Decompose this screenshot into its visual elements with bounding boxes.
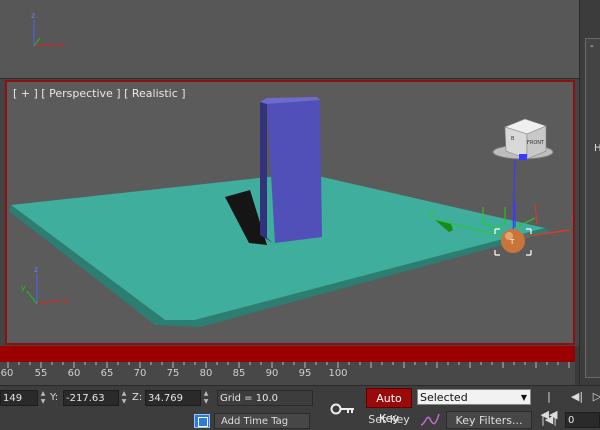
ruler-tick-label: 85 <box>232 368 246 379</box>
y-spinner[interactable]: ▲ ▼ <box>120 390 128 406</box>
time-slider[interactable] <box>0 346 575 362</box>
tripod-x-label: x <box>64 296 69 305</box>
ruler-ticks <box>7 362 570 368</box>
perspective-viewport[interactable]: [ + ] [ Perspective ] [ Realistic ] y x … <box>5 80 575 345</box>
current-frame-field[interactable]: 0 <box>565 412 600 428</box>
timeline[interactable]: 60 55 60 65 70 75 80 85 90 95 100 <box>0 346 579 385</box>
rollout-side-glyph: H <box>594 143 600 154</box>
ruler-tick-label: 70 <box>133 368 147 379</box>
x-coordinate-field[interactable]: 149 <box>0 390 38 406</box>
set-key-button[interactable]: Set Key <box>366 411 412 429</box>
key-mode-toggle-icon[interactable]: |◀| <box>540 411 558 429</box>
svg-text:x: x <box>60 41 64 49</box>
previous-frame-icon[interactable]: ◀| <box>568 388 586 406</box>
tripod-y-label: y <box>21 283 26 292</box>
ruler-tick-label: 60 <box>67 368 81 379</box>
gizmo-x-label: x <box>571 214 575 224</box>
chevron-down-icon: ▼ <box>520 393 527 402</box>
svg-text:T: T <box>509 238 515 246</box>
set-key-mode-icon[interactable] <box>330 402 356 416</box>
svg-text:z: z <box>31 11 35 20</box>
z-coordinate-field[interactable]: 34.769 <box>145 390 201 406</box>
key-filters-button[interactable]: Key Filters... <box>446 411 532 429</box>
y-coordinate-field[interactable]: -217.63 <box>63 390 119 406</box>
default-in-out-tangents-icon[interactable] <box>419 411 441 429</box>
gizmo-y-label: y <box>429 209 435 219</box>
auto-key-button[interactable]: Auto Key <box>366 388 412 425</box>
viewcube-front-label: FRONT <box>527 140 545 146</box>
add-time-tag-icon[interactable] <box>194 414 210 428</box>
ruler-tick-label: 80 <box>199 368 213 379</box>
y-label: Y: <box>50 392 59 403</box>
z-spinner[interactable]: ▲ ▼ <box>202 390 210 406</box>
x-spinner[interactable]: ▲ ▼ <box>39 390 47 406</box>
ruler-tick-label: 95 <box>298 368 312 379</box>
tripod-z-label: z <box>34 265 38 274</box>
ruler-tick-label: 65 <box>100 368 114 379</box>
top-viewport-axis-tripod: z x <box>31 11 64 49</box>
status-bar: 149 ▲ ▼ Y: -217.63 ▲ ▼ Z: 34.769 ▲ ▼ Grid =… <box>0 385 600 430</box>
play-icon[interactable]: ▷ <box>588 388 600 406</box>
box-front <box>267 100 322 243</box>
track-bar-ruler[interactable]: 60 55 60 65 70 75 80 85 90 95 100 <box>0 362 575 385</box>
go-to-start-icon[interactable]: |◀◀ <box>540 388 558 421</box>
ruler-tick-label: 60 <box>0 368 14 379</box>
grid-readout: Grid = 10.0 <box>217 390 313 406</box>
rollout-collapse-glyph[interactable]: - <box>590 41 594 52</box>
ruler-tick-label: 55 <box>34 368 48 379</box>
z-label: Z: <box>132 392 143 403</box>
command-panel: - H <box>579 0 600 385</box>
ruler-tick-label: 90 <box>265 368 279 379</box>
ruler-tick-label: 100 <box>328 368 348 379</box>
ruler-tick-label: 75 <box>166 368 180 379</box>
key-selection-value: Selected <box>420 391 468 404</box>
viewcube-back-label: B <box>511 136 515 142</box>
command-panel-rollout: - H <box>585 38 600 378</box>
key-selection-dropdown[interactable]: Selected ▼ <box>417 389 531 405</box>
top-viewport[interactable]: z x <box>0 0 579 79</box>
viewport-scene[interactable]: y x T FRONT B z y x <box>5 80 575 345</box>
light-gizmo-red-2 <box>534 203 538 225</box>
add-time-tag-button[interactable]: Add Time Tag <box>214 413 310 429</box>
